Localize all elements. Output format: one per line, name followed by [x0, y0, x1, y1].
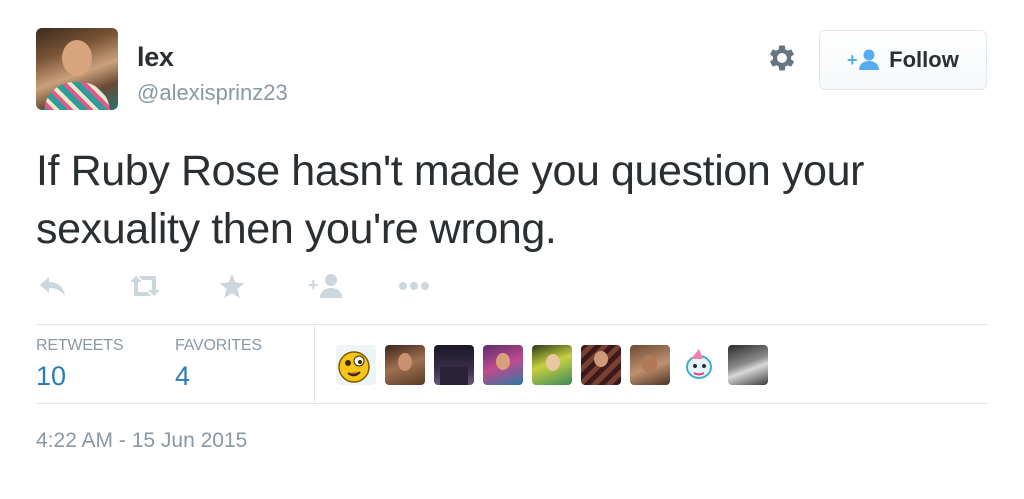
favorites-count: 4	[175, 361, 191, 391]
favoriter-avatar[interactable]	[385, 345, 425, 385]
avatar-face	[62, 40, 92, 76]
avatar-shirt	[44, 82, 110, 110]
user-avatar[interactable]	[36, 28, 118, 110]
favoriter-avatar[interactable]	[483, 345, 523, 385]
retweet-icon[interactable]	[128, 270, 218, 302]
more-icon[interactable]	[398, 270, 488, 302]
favorites-label: FAVORITES	[175, 337, 262, 354]
user-name[interactable]: lex	[137, 42, 174, 73]
tweet-text: If Ruby Rose hasn't made you question yo…	[36, 147, 864, 253]
retweets-count: 10	[36, 361, 67, 391]
tweet-timestamp[interactable]: 4:22 AM - 15 Jun 2015	[36, 429, 247, 453]
tweet-header: lex @alexisprinz23 + Follow	[36, 28, 988, 112]
gear-icon[interactable]	[764, 40, 800, 76]
favoriter-avatar[interactable]	[630, 345, 670, 385]
favoriter-avatar[interactable]	[728, 345, 768, 385]
follow-button[interactable]: + Follow	[819, 30, 987, 90]
svg-text:+: +	[847, 50, 858, 70]
tweet-actions: +	[38, 270, 488, 302]
favoriter-avatar[interactable]	[434, 345, 474, 385]
favoriter-avatar[interactable]	[532, 345, 572, 385]
retweets-stat[interactable]: RETWEETS 10	[36, 337, 123, 392]
favoriter-avatars	[336, 345, 768, 385]
follow-button-label: Follow	[889, 47, 959, 72]
reply-icon[interactable]	[38, 270, 128, 302]
favoriter-avatar[interactable]	[336, 345, 376, 385]
stats-divider	[314, 325, 315, 404]
retweets-label: RETWEETS	[36, 337, 124, 354]
user-handle[interactable]: @alexisprinz23	[137, 80, 288, 106]
follow-icon[interactable]: +	[308, 270, 398, 302]
favoriter-avatar[interactable]	[679, 345, 719, 385]
favorites-stat[interactable]: FAVORITES 4	[175, 337, 262, 392]
favoriter-avatar[interactable]	[581, 345, 621, 385]
tweet-stats: RETWEETS 10 FAVORITES 4	[36, 324, 988, 404]
follow-user-icon: +	[847, 49, 880, 70]
favorite-icon[interactable]	[218, 270, 308, 302]
svg-text:+: +	[308, 275, 319, 295]
